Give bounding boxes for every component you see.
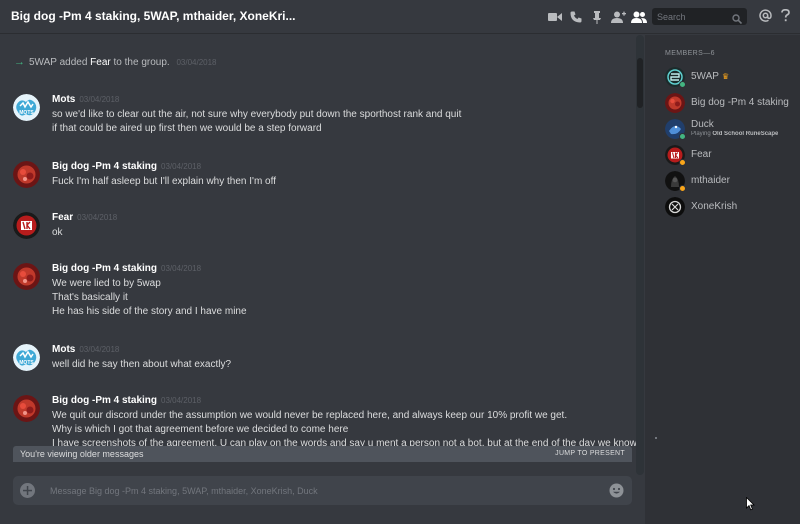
message-line: if that could be aired up first then we … xyxy=(52,123,322,134)
message-body: Big dog -Pm 4 staking 03/04/2018 We were … xyxy=(52,263,632,319)
status-online-indicator xyxy=(679,81,686,88)
message-line: Why is which I got that agreement before… xyxy=(52,424,349,435)
message-list: → 5WAP added Fear to the group. 03/04/201… xyxy=(0,35,645,447)
message-author[interactable]: Mots xyxy=(52,94,75,105)
header-toolbar xyxy=(545,8,650,26)
avatar xyxy=(665,197,685,217)
message-line: That's basically it xyxy=(52,292,128,303)
message-author[interactable]: Big dog -Pm 4 staking xyxy=(52,395,157,406)
avatar-mots[interactable]: MOTS xyxy=(13,94,40,121)
avatar-big-dog[interactable] xyxy=(13,263,40,290)
message-line: well did he say then about what exactly? xyxy=(52,359,231,370)
member-name: Fear xyxy=(691,149,712,160)
add-member-icon[interactable] xyxy=(608,8,628,26)
status-online-indicator xyxy=(679,133,686,140)
member-activity: Playing Old School RuneScape xyxy=(691,131,779,137)
member-item-fear[interactable]: Fear xyxy=(665,145,795,167)
member-item-5wap[interactable]: 5WAP ♛ xyxy=(665,67,795,89)
search-box[interactable] xyxy=(652,8,747,25)
emoji-icon[interactable] xyxy=(609,483,624,503)
search-input[interactable] xyxy=(652,8,732,25)
message-author[interactable]: Big dog -Pm 4 staking xyxy=(52,263,157,274)
member-name: Big dog -Pm 4 staking xyxy=(691,97,789,108)
avatar-big-dog[interactable] xyxy=(13,161,40,188)
channel-header: Big dog -Pm 4 staking, 5WAP, mthaider, X… xyxy=(0,0,800,34)
message-timestamp: 03/04/2018 xyxy=(79,95,120,104)
message-author[interactable]: Mots xyxy=(52,344,75,355)
message-author[interactable]: Big dog -Pm 4 staking xyxy=(52,161,157,172)
message-body: Fear 03/04/2018 ok xyxy=(52,212,632,240)
older-messages-text: You're viewing older messages xyxy=(20,449,144,459)
message-line: We quit our discord under the assumption… xyxy=(52,410,568,421)
member-item-mthaider[interactable]: mthaider xyxy=(665,171,795,193)
message-line: ok xyxy=(52,227,63,238)
search-icon xyxy=(732,11,743,29)
avatar xyxy=(665,93,685,113)
message-line: Fuck I'm half asleep but I'll explain wh… xyxy=(52,176,276,187)
voice-call-icon[interactable] xyxy=(566,8,586,26)
member-item-duck[interactable]: Duck Playing Old School RuneScape xyxy=(665,119,795,141)
app-window: Big dog -Pm 4 staking, 5WAP, mthaider, X… xyxy=(0,0,800,524)
message-timestamp: 03/04/2018 xyxy=(77,213,118,222)
member-name: 5WAP ♛ xyxy=(691,71,730,82)
member-name: XoneKrish xyxy=(691,201,738,212)
system-message: → 5WAP added Fear to the group. 03/04/201… xyxy=(14,56,217,68)
divider-dot xyxy=(655,437,657,439)
message-body: Mots 03/04/2018 well did he say then abou… xyxy=(52,344,632,372)
system-target[interactable]: Fear xyxy=(90,57,111,68)
pin-icon[interactable] xyxy=(587,8,607,26)
channel-title: Big dog -Pm 4 staking, 5WAP, mthaider, X… xyxy=(11,9,296,23)
message-timestamp: 03/04/2018 xyxy=(161,264,202,273)
members-list-icon[interactable] xyxy=(629,8,649,26)
avatar-big-dog[interactable] xyxy=(13,395,40,422)
video-call-icon[interactable] xyxy=(545,8,565,26)
message-composer xyxy=(13,476,632,505)
message-line: We were lied to by 5wap xyxy=(52,278,161,289)
avatar-mots[interactable]: MOTS xyxy=(13,344,40,371)
avatar-fear[interactable] xyxy=(13,212,40,239)
svg-text:MOTS: MOTS xyxy=(19,360,34,366)
message-body: Big dog -Pm 4 staking 03/04/2018 Fuck I'm… xyxy=(52,161,632,189)
system-action: added xyxy=(59,57,88,68)
member-name: mthaider xyxy=(691,175,730,186)
system-timestamp: 03/04/2018 xyxy=(176,58,217,67)
message-line: so we'd like to clear out the air, not s… xyxy=(52,109,462,120)
members-heading: MEMBERS—6 xyxy=(665,50,715,57)
owner-crown-icon: ♛ xyxy=(721,72,730,81)
message-body: Big dog -Pm 4 staking 03/04/2018 We quit … xyxy=(52,395,637,447)
member-item-xonekrish[interactable]: XoneKrish xyxy=(665,197,795,219)
svg-text:MOTS: MOTS xyxy=(19,110,34,116)
message-timestamp: 03/04/2018 xyxy=(161,162,202,171)
members-sidebar: MEMBERS—6 5WAP ♛ Big dog -Pm 4 staking Du… xyxy=(645,35,800,524)
status-idle-indicator xyxy=(679,185,686,192)
system-suffix: to the group. xyxy=(113,57,170,68)
status-idle-indicator xyxy=(679,159,686,166)
message-input[interactable] xyxy=(50,482,600,499)
system-user[interactable]: 5WAP xyxy=(29,57,57,68)
message-timestamp: 03/04/2018 xyxy=(161,396,202,405)
member-name: Duck xyxy=(691,119,714,130)
scrollbar-thumb[interactable] xyxy=(637,58,643,108)
message-author[interactable]: Fear xyxy=(52,212,73,223)
jump-to-present-button[interactable]: JUMP TO PRESENT xyxy=(555,450,625,457)
help-icon[interactable] xyxy=(781,8,790,27)
join-arrow-icon: → xyxy=(14,56,25,68)
message-timestamp: 03/04/2018 xyxy=(79,345,120,354)
member-item-big-dog[interactable]: Big dog -Pm 4 staking xyxy=(665,93,795,115)
older-messages-bar[interactable]: You're viewing older messages JUMP TO PR… xyxy=(13,446,632,462)
message-body: Mots 03/04/2018 so we'd like to clear out… xyxy=(52,94,632,136)
mouse-cursor-icon xyxy=(746,496,755,516)
attach-plus-icon[interactable] xyxy=(20,483,35,498)
mention-icon[interactable] xyxy=(759,9,772,27)
message-line: He has his side of the story and I have … xyxy=(52,306,247,317)
